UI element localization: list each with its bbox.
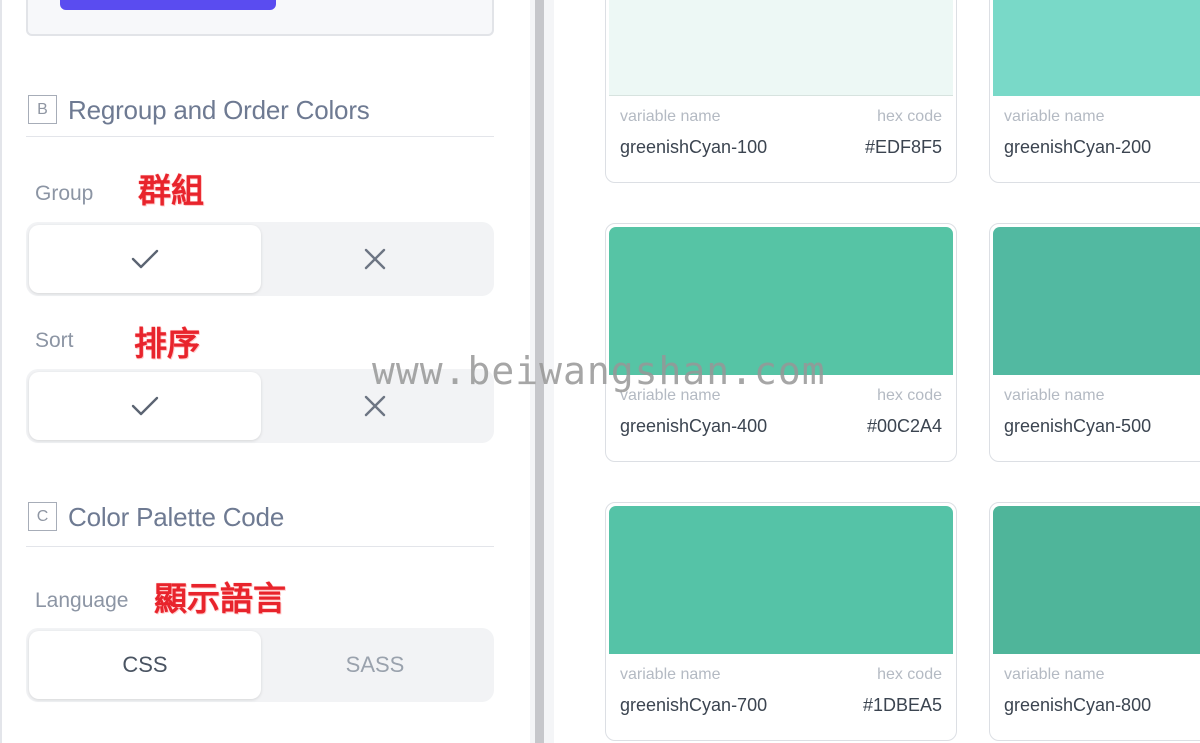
sort-toggle [26, 369, 494, 443]
variable-name-value: greenishCyan-200 [1004, 137, 1152, 157]
settings-panel: B Regroup and Order Colors Group 群組 Sort… [0, 0, 530, 743]
color-card[interactable]: variable name greenishCyan-800 [989, 502, 1200, 741]
language-sass-option[interactable]: SASS [259, 631, 491, 699]
group-toggle [26, 222, 494, 296]
top-action-card [26, 0, 494, 36]
variable-name-label: variable name [620, 666, 721, 683]
hex-code-label: hex code [877, 387, 942, 404]
hex-code-value: #EDF8F5 [864, 137, 942, 157]
color-card[interactable]: variable name greenishCyan-200 [989, 0, 1200, 183]
group-label: Group [35, 182, 94, 205]
color-card[interactable]: variable name greenishCyan-500 [989, 223, 1200, 462]
regroup-section-title: Regroup and Order Colors [68, 95, 370, 125]
hex-code-value: #00C2A4 [866, 416, 942, 436]
close-icon [364, 395, 386, 417]
color-swatch [609, 227, 953, 375]
variable-name-value: greenishCyan-700 [620, 695, 768, 715]
variable-name-label: variable name [620, 387, 721, 404]
palette-grid: variable name hex code greenishCyan-100 … [554, 0, 1200, 743]
section-letter-b: B [28, 95, 57, 124]
language-css-option[interactable]: CSS [29, 631, 261, 699]
sort-annotation: 排序 [134, 324, 200, 363]
variable-name-value: greenishCyan-100 [620, 137, 768, 157]
hex-code-value: #1DBEA5 [862, 695, 942, 715]
panel-divider[interactable] [530, 0, 554, 743]
close-icon [364, 248, 386, 270]
variable-name-label: variable name [1004, 666, 1105, 683]
variable-name-label: variable name [620, 108, 721, 125]
group-no-option[interactable] [259, 225, 491, 293]
group-annotation: 群組 [138, 171, 204, 210]
variable-name-value: greenishCyan-800 [1004, 695, 1152, 715]
group-yes-option[interactable] [29, 225, 261, 293]
variable-name-label: variable name [1004, 387, 1105, 404]
variable-name-value: greenishCyan-400 [620, 416, 768, 436]
hex-code-label: hex code [877, 108, 942, 125]
color-swatch [993, 0, 1200, 96]
language-label: Language [35, 589, 129, 612]
color-swatch [609, 0, 953, 96]
divider-handle[interactable] [535, 0, 544, 743]
color-card[interactable]: variable name hex code greenishCyan-100 … [605, 0, 957, 183]
sort-no-option[interactable] [259, 372, 491, 440]
code-section-header: C Color Palette Code [26, 502, 494, 547]
language-annotation: 顯示語言 [154, 579, 286, 618]
color-card[interactable]: variable name hex code greenishCyan-700 … [605, 502, 957, 741]
language-toggle: CSS SASS [26, 628, 494, 702]
color-swatch [993, 227, 1200, 375]
code-section-title: Color Palette Code [68, 502, 285, 532]
hex-code-label: hex code [877, 666, 942, 683]
color-swatch [609, 506, 953, 654]
check-icon [131, 249, 159, 269]
section-letter-c: C [28, 502, 57, 531]
variable-name-label: variable name [1004, 108, 1105, 125]
sort-yes-option[interactable] [29, 372, 261, 440]
sort-label: Sort [35, 329, 74, 352]
variable-name-value: greenishCyan-500 [1004, 416, 1152, 436]
primary-action-button[interactable] [60, 0, 276, 10]
regroup-section-header: B Regroup and Order Colors [26, 95, 494, 137]
check-icon [131, 396, 159, 416]
color-swatch [993, 506, 1200, 654]
color-card[interactable]: variable name hex code greenishCyan-400 … [605, 223, 957, 462]
